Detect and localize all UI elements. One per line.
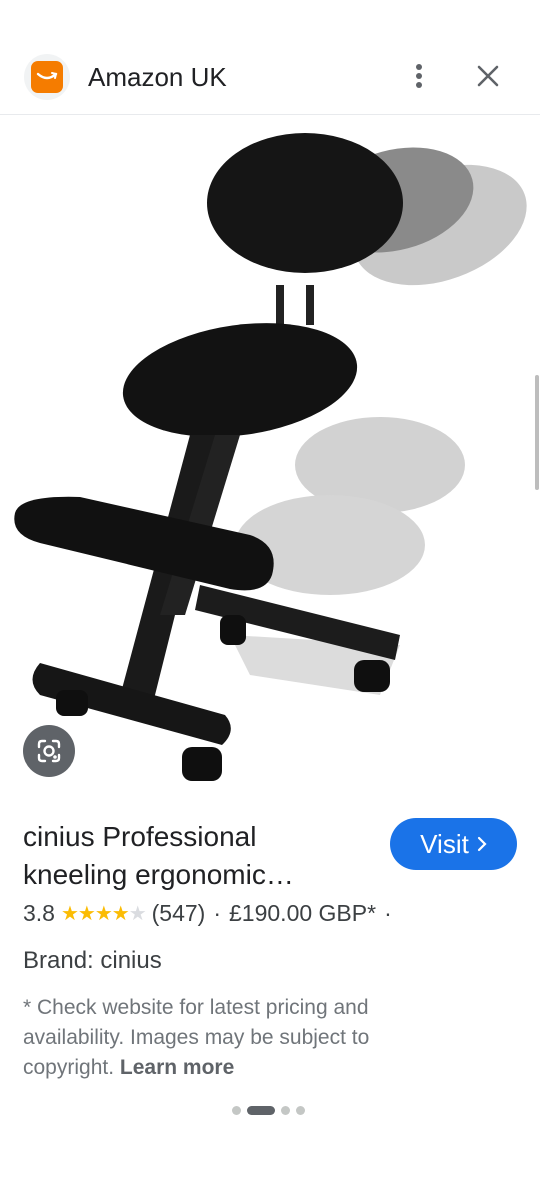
brand: Brand: cinius (23, 947, 162, 974)
rating-price-row: 3.8 ★★★★★ (547) · £190.00 GBP* · (23, 900, 392, 927)
separator: · (213, 900, 222, 926)
trailing-separator: · (384, 900, 392, 926)
disclaimer: * Check website for latest pricing and a… (23, 993, 423, 1083)
carousel-indicator (232, 1106, 305, 1115)
chevron-right-icon (477, 836, 487, 852)
visit-button[interactable]: Visit (390, 818, 517, 870)
site-logo (24, 54, 70, 100)
product-image[interactable] (0, 115, 540, 800)
scrollbar[interactable] (535, 375, 539, 490)
visit-label: Visit (420, 828, 469, 859)
product-title[interactable]: cinius Professional kneeling ergonomic… (23, 818, 363, 894)
more-vert-icon[interactable] (404, 58, 434, 94)
header-bar: Amazon UK (0, 40, 540, 114)
carousel-dot[interactable] (232, 1106, 241, 1115)
rating-value: 3.8 (23, 900, 55, 926)
star-rating: ★★★★★ (60, 903, 147, 925)
lens-icon (37, 739, 61, 763)
carousel-dot-active[interactable] (247, 1106, 275, 1115)
carousel-dot[interactable] (296, 1106, 305, 1115)
google-lens-button[interactable] (23, 725, 75, 777)
site-name: Amazon UK (88, 62, 227, 92)
amazon-smile-icon (31, 61, 63, 93)
kneeling-chair-illustration (14, 133, 527, 781)
carousel-dot[interactable] (281, 1106, 290, 1115)
close-icon[interactable] (470, 58, 506, 94)
review-count[interactable]: (547) (152, 900, 206, 927)
learn-more-link[interactable]: Learn more (120, 1056, 234, 1079)
price: £190.00 GBP* (229, 900, 377, 926)
